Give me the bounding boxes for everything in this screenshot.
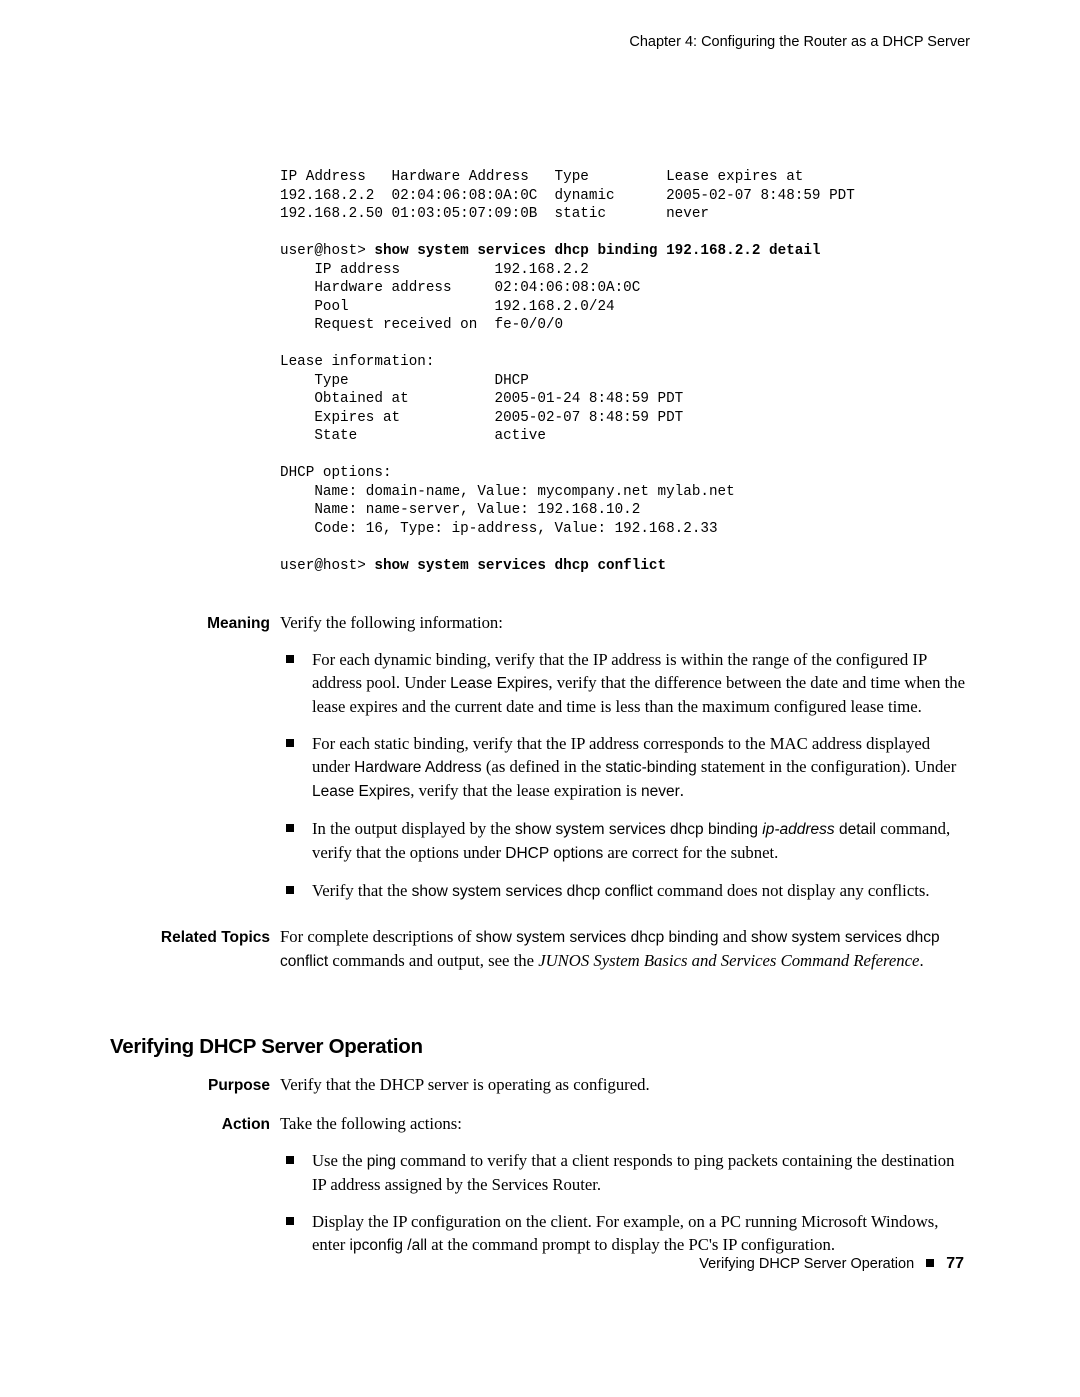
purpose-text: Verify that the DHCP server is operating… (280, 1073, 970, 1096)
cli-line: Type DHCP (280, 373, 529, 389)
page-header: Chapter 4: Configuring the Router as a D… (110, 34, 970, 50)
list-item: For each static binding, verify that the… (280, 732, 970, 803)
action-label: Action (100, 1113, 270, 1136)
cli-command: show system services dhcp binding 192.16… (374, 243, 820, 259)
cli-line: Name: domain-name, Value: mycompany.net … (280, 484, 735, 500)
cli-command: show system services dhcp conflict (374, 558, 666, 574)
action-list: Use the ping command to verify that a cl… (280, 1149, 970, 1257)
cli-line: Pool 192.168.2.0/24 (280, 299, 615, 315)
cli-line: Obtained at 2005-01-24 8:48:59 PDT (280, 391, 683, 407)
cli-line: Hardware address 02:04:06:08:0A:0C (280, 280, 640, 296)
square-bullet-icon (926, 1259, 934, 1267)
list-item: Display the IP configuration on the clie… (280, 1210, 970, 1257)
list-item: In the output displayed by the show syst… (280, 817, 970, 865)
list-item: Verify that the show system services dhc… (280, 879, 970, 903)
cli-prompt: user@host> (280, 558, 374, 574)
list-item: Use the ping command to verify that a cl… (280, 1149, 970, 1196)
list-item: For each dynamic binding, verify that th… (280, 648, 970, 718)
purpose-label: Purpose (100, 1074, 270, 1097)
cli-line: Name: name-server, Value: 192.168.10.2 (280, 502, 640, 518)
page-number: 77 (946, 1255, 964, 1272)
cli-row: 192.168.2.50 01:03:05:07:09:0B static ne… (280, 206, 709, 222)
cli-row: 192.168.2.2 02:04:06:08:0A:0C dynamic 20… (280, 188, 855, 204)
cli-line: Request received on fe-0/0/0 (280, 317, 563, 333)
related-topics-block: Related Topics For complete descriptions… (280, 925, 970, 973)
cli-line: IP address 192.168.2.2 (280, 262, 589, 278)
meaning-label: Meaning (100, 612, 270, 635)
meaning-block: Meaning Verify the following information… (280, 611, 970, 903)
related-topics-label: Related Topics (100, 926, 270, 949)
cli-output: IP Address Hardware Address Type Lease e… (280, 168, 970, 575)
related-topics-text: For complete descriptions of show system… (280, 925, 970, 973)
chapter-title: Chapter 4: Configuring the Router as a D… (629, 34, 970, 50)
cli-line: Code: 16, Type: ip-address, Value: 192.1… (280, 521, 718, 537)
footer-section: Verifying DHCP Server Operation (699, 1256, 914, 1272)
cli-table-header: IP Address Hardware Address Type Lease e… (280, 169, 803, 185)
meaning-list: For each dynamic binding, verify that th… (280, 648, 970, 903)
cli-subhead: DHCP options: (280, 465, 392, 481)
page-footer: Verifying DHCP Server Operation 77 (699, 1255, 964, 1273)
section-heading: Verifying DHCP Server Operation (110, 1035, 970, 1059)
meaning-intro: Verify the following information: (280, 611, 970, 634)
cli-line: Expires at 2005-02-07 8:48:59 PDT (280, 410, 683, 426)
cli-line: State active (280, 428, 546, 444)
cli-prompt: user@host> (280, 243, 374, 259)
purpose-block: Purpose Verify that the DHCP server is o… (280, 1073, 970, 1096)
action-intro: Take the following actions: (280, 1112, 970, 1135)
action-block: Action Take the following actions: Use t… (280, 1112, 970, 1257)
cli-subhead: Lease information: (280, 354, 434, 370)
